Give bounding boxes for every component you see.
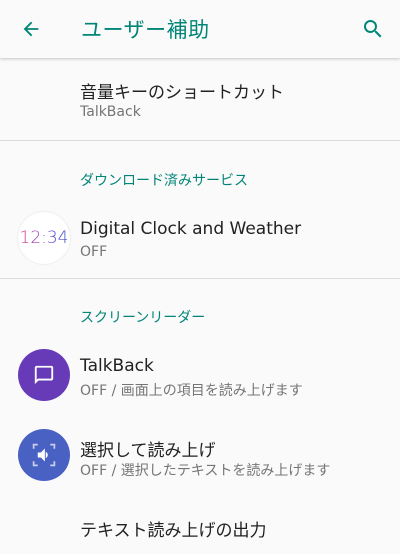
item-title: 音量キーのショートカット xyxy=(80,83,284,103)
item-subtitle: OFF / 選択したテキストを読み上げます xyxy=(80,463,331,479)
divider xyxy=(0,278,400,279)
item-title: テキスト読み上げの出力 xyxy=(80,521,267,541)
page-title: ユーザー補助 xyxy=(81,18,210,42)
clock-icon-text: 12:34 xyxy=(19,228,69,248)
select-to-speak-app-icon xyxy=(18,429,70,481)
item-subtitle: TalkBack xyxy=(80,104,141,120)
list-item-select-to-speak[interactable]: 選択して読み上げ OFF / 選択したテキストを読み上げます xyxy=(0,420,400,492)
back-button[interactable] xyxy=(17,15,45,43)
item-subtitle: OFF xyxy=(80,244,108,260)
item-subtitle: OFF / 画面上の項目を読み上げます xyxy=(80,383,303,399)
section-header-screen-reader: スクリーンリーダー xyxy=(80,310,206,326)
talkback-app-icon xyxy=(18,349,70,401)
search-icon xyxy=(364,20,382,38)
divider xyxy=(0,140,400,141)
list-item-talkback[interactable]: TalkBack OFF / 画面上の項目を読み上げます xyxy=(0,340,400,412)
message-bubble-icon xyxy=(34,365,54,385)
arrow-back-icon xyxy=(23,21,39,37)
volume-select-icon xyxy=(32,443,56,467)
section-header-downloaded-services: ダウンロード済みサービス xyxy=(80,173,248,189)
search-button[interactable] xyxy=(359,15,387,43)
list-item-volume-key-shortcut[interactable]: 音量キーのショートカット TalkBack xyxy=(0,58,400,140)
item-title: TalkBack xyxy=(80,356,154,376)
item-title: Digital Clock and Weather xyxy=(80,219,302,239)
app-bar: ユーザー補助 xyxy=(0,0,400,58)
list-item-tts-output[interactable]: テキスト読み上げの出力 xyxy=(0,500,400,554)
list-item-digital-clock-weather[interactable]: 12:34 Digital Clock and Weather OFF xyxy=(0,203,400,275)
item-title: 選択して読み上げ xyxy=(80,441,216,461)
clock-app-icon: 12:34 xyxy=(18,212,70,264)
